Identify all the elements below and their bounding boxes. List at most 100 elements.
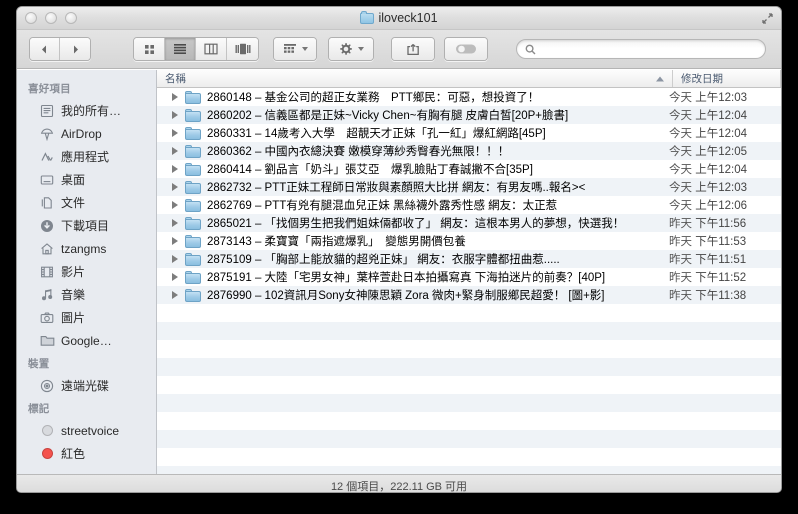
window-titlebar[interactable]: iloveck101 xyxy=(17,7,781,30)
sort-ascending-icon xyxy=(656,76,664,81)
disclosure-triangle-icon[interactable] xyxy=(157,111,185,119)
arrange-button[interactable] xyxy=(274,38,316,60)
file-date-modified: 昨天 下午11:52 xyxy=(669,272,747,284)
file-name: 2860148 – 基金公司的超正女業務 PTT鄉民：可惡，想投資了！ xyxy=(207,92,540,104)
sidebar-item-label: 桌面 xyxy=(61,173,86,187)
sidebar-item-google-drive[interactable]: Google… xyxy=(17,329,156,352)
sidebar-section-tags-header: 標記 xyxy=(28,403,50,415)
table-row[interactable]: 2875191 – 大陸「宅男女神」葉梓萱赴日本拍攝寫真 下海拍迷片的前奏？[4… xyxy=(157,268,781,286)
chevron-down-icon xyxy=(301,47,308,51)
window-title-group: iloveck101 xyxy=(17,9,781,27)
file-name: 2875109 – 「胸部上能放貓的超兇正妹」 網友：衣服字體都扭曲惹..... xyxy=(207,254,560,266)
table-row[interactable]: 2860202 – 信義區都是正妹~Vicky Chen~有胸有腿 皮膚白皙[2… xyxy=(157,106,781,124)
disclosure-triangle-icon[interactable] xyxy=(157,219,185,227)
sidebar-item-tag-streetvoice[interactable]: streetvoice xyxy=(17,419,156,442)
file-name: 2873143 – 柔寶寶「兩指遮爆乳」 變態男開價包養 xyxy=(207,236,466,248)
sidebar-item-tag-red[interactable]: 紅色 xyxy=(17,442,156,465)
table-row[interactable]: 2865021 – 「找個男生把我們姐妹倆都收了」 網友：這根本男人的夢想，快選… xyxy=(157,214,781,232)
disclosure-triangle-icon[interactable] xyxy=(157,93,185,101)
finder-window: iloveck101 喜好項目 我的所有… AirDrop 應用程式 桌面 文件… xyxy=(16,6,782,493)
status-text: 12 個項目，222.11 GB 可用 xyxy=(330,481,468,493)
disclosure-triangle-icon[interactable] xyxy=(157,147,185,155)
empty-row xyxy=(157,430,781,448)
empty-row xyxy=(157,412,781,430)
all-my-files-icon xyxy=(39,103,55,119)
folder-icon xyxy=(185,270,201,284)
column-view-button[interactable] xyxy=(196,38,227,60)
sidebar-item-applications[interactable]: 應用程式 xyxy=(17,145,156,168)
chevron-down-icon xyxy=(358,47,364,51)
list-view-button[interactable] xyxy=(165,38,196,60)
sidebar-item-home[interactable]: tzangms xyxy=(17,237,156,260)
file-date-modified: 今天 上午12:03 xyxy=(669,182,747,194)
pictures-icon xyxy=(39,310,55,326)
sidebar-item-all-my-files[interactable]: 我的所有… xyxy=(17,99,156,122)
folder-icon xyxy=(185,108,201,122)
file-list-pane: 名稱 修改日期 2860148 – 基金公司的超正女業務 PTT鄉民：可惡，想投… xyxy=(157,70,781,474)
file-date-modified: 昨天 下午11:38 xyxy=(669,290,747,302)
search-input[interactable] xyxy=(540,42,757,56)
fullscreen-icon[interactable] xyxy=(761,12,774,25)
sidebar-item-airdrop[interactable]: AirDrop xyxy=(17,122,156,145)
sidebar-item-label: 下載項目 xyxy=(61,219,110,233)
table-row[interactable]: 2876990 – 102資訊月Sony女神陳思穎 Zora 微肉+緊身制服鄉民… xyxy=(157,286,781,304)
icon-view-button[interactable] xyxy=(134,38,165,60)
table-row[interactable]: 2875109 – 「胸部上能放貓的超兇正妹」 網友：衣服字體都扭曲惹.....… xyxy=(157,250,781,268)
documents-icon xyxy=(39,195,55,211)
coverflow-view-button[interactable] xyxy=(227,38,258,60)
empty-row xyxy=(157,304,781,322)
disclosure-triangle-icon[interactable] xyxy=(157,201,185,209)
sidebar-item-label: streetvoice xyxy=(61,423,120,438)
folder-icon xyxy=(185,90,201,104)
column-header-name[interactable]: 名稱 xyxy=(157,70,673,87)
file-date-modified: 昨天 下午11:53 xyxy=(669,236,747,248)
table-row[interactable]: 2860148 – 基金公司的超正女業務 PTT鄉民：可惡，想投資了！ 今天 上午… xyxy=(157,88,781,106)
sidebar-item-music[interactable]: 音樂 xyxy=(17,283,156,306)
search-field[interactable] xyxy=(516,39,766,59)
disclosure-triangle-icon[interactable] xyxy=(157,237,185,245)
downloads-icon xyxy=(39,218,55,234)
column-header-date-modified[interactable]: 修改日期 xyxy=(673,70,781,87)
action-gear-button[interactable] xyxy=(329,38,373,60)
back-button[interactable] xyxy=(30,38,60,60)
disclosure-triangle-icon[interactable] xyxy=(157,129,185,137)
sidebar-item-downloads[interactable]: 下載項目 xyxy=(17,214,156,237)
file-name: 2862769 – PTT有兇有腿混血兒正妹 黑絲襪外露秀性感 網友：太正惹 xyxy=(207,200,558,212)
table-row[interactable]: 2873143 – 柔寶寶「兩指遮爆乳」 變態男開價包養 昨天 下午11:53 xyxy=(157,232,781,250)
folder-icon xyxy=(185,144,201,158)
disclosure-triangle-icon[interactable] xyxy=(157,273,185,281)
file-date-modified: 今天 上午12:05 xyxy=(669,146,747,158)
forward-button[interactable] xyxy=(60,38,90,60)
disclosure-triangle-icon[interactable] xyxy=(157,255,185,263)
folder-icon xyxy=(185,198,201,212)
sidebar-item-desktop[interactable]: 桌面 xyxy=(17,168,156,191)
sidebar-item-movies[interactable]: 影片 xyxy=(17,260,156,283)
file-name: 2876990 – 102資訊月Sony女神陳思穎 Zora 微肉+緊身制服鄉民… xyxy=(207,290,605,302)
table-row[interactable]: 2860414 – 劉品言「奶斗」張艾亞 爆乳臉貼丁春誠撇不合[35P] 今天 上… xyxy=(157,160,781,178)
applications-icon xyxy=(39,149,55,165)
folder-icon xyxy=(185,216,201,230)
table-row[interactable]: 2860331 – 14歲考入大學 超靚天才正妹「孔一紅」爆紅網路[45P] 今天… xyxy=(157,124,781,142)
table-row[interactable]: 2862732 – PTT正妹工程師日常妝與素顏照大比拼 網友：有男友嗎..報名… xyxy=(157,178,781,196)
sidebar-section-favorites-header: 喜好項目 xyxy=(28,83,71,95)
sidebar-item-remote-disc[interactable]: 遠端光碟 xyxy=(17,374,156,397)
file-date-modified: 今天 上午12:03 xyxy=(669,92,747,104)
sidebar-item-pictures[interactable]: 圖片 xyxy=(17,306,156,329)
empty-row xyxy=(157,466,781,474)
disclosure-triangle-icon[interactable] xyxy=(157,291,185,299)
desktop-background: iloveck101 喜好項目 我的所有… AirDrop 應用程式 桌面 文件… xyxy=(0,0,798,514)
sidebar-item-label: Google… xyxy=(61,333,112,348)
table-row[interactable]: 2860362 – 中國內衣總決賽 嫩模穿薄紗秀臀春光無限！！！ 今天 上午12:… xyxy=(157,142,781,160)
navigation-button-group xyxy=(29,37,91,61)
sidebar-item-documents[interactable]: 文件 xyxy=(17,191,156,214)
disclosure-triangle-icon[interactable] xyxy=(157,165,185,173)
file-date-modified: 今天 上午12:04 xyxy=(669,164,747,176)
file-date-modified: 今天 上午12:04 xyxy=(669,128,747,140)
disclosure-triangle-icon[interactable] xyxy=(157,183,185,191)
table-row[interactable]: 2862769 – PTT有兇有腿混血兒正妹 黑絲襪外露秀性感 網友：太正惹 今天… xyxy=(157,196,781,214)
home-icon xyxy=(39,241,55,257)
folder-icon xyxy=(185,126,201,140)
column-header-row: 名稱 修改日期 xyxy=(157,70,781,88)
tag-button[interactable] xyxy=(445,38,487,60)
share-button[interactable] xyxy=(392,38,434,60)
